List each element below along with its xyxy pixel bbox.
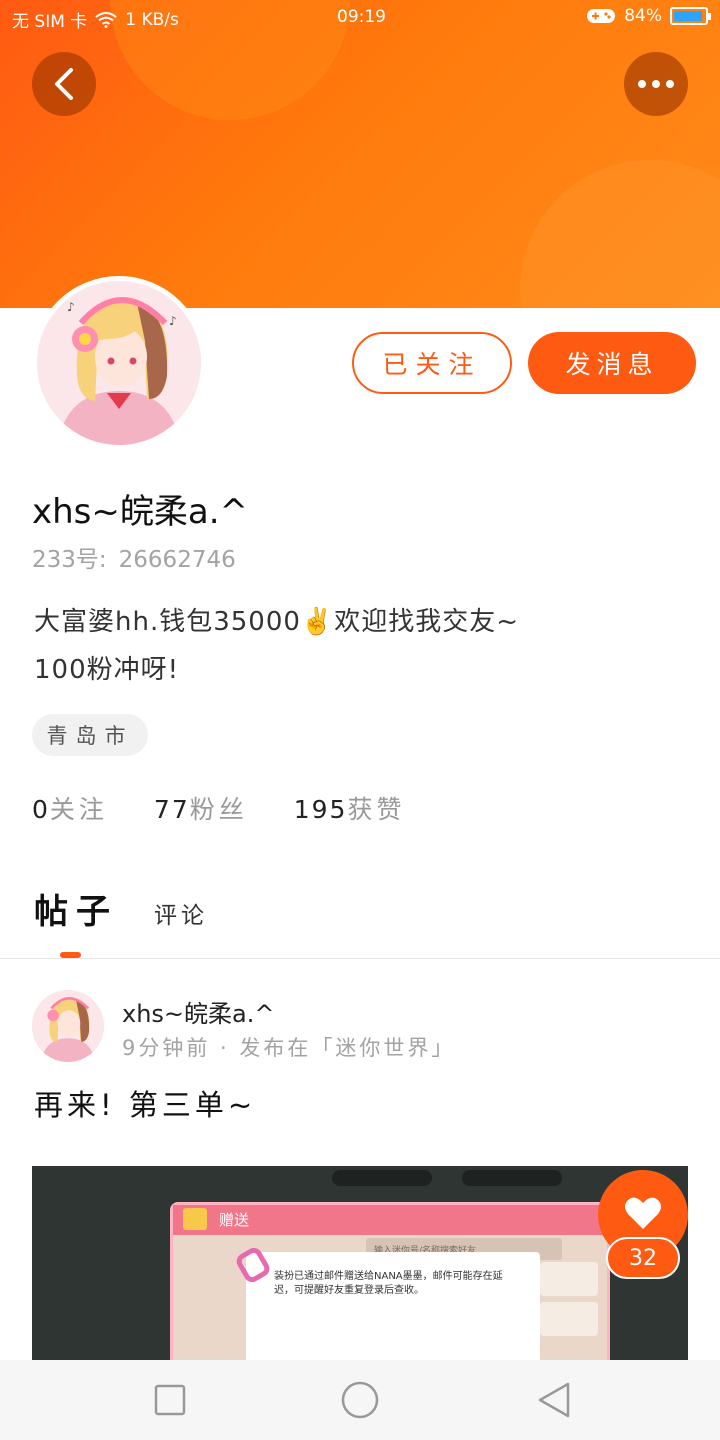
- bio-line: 100粉冲呀!: [34, 655, 180, 685]
- like-count: 32: [606, 1237, 680, 1279]
- svg-text:♪: ♪: [169, 314, 177, 328]
- post-meta: 9分钟前 · 发布在「迷你世界」: [122, 1036, 456, 1060]
- home-button[interactable]: [340, 1380, 380, 1420]
- wifi-icon: [95, 11, 117, 28]
- system-navigation-bar: [0, 1360, 720, 1440]
- user-id-value: 26662746: [118, 547, 236, 573]
- more-dots-icon: [638, 80, 674, 88]
- profile-stats: 0关注 77粉丝 195获赞: [32, 790, 451, 826]
- divider: [0, 958, 720, 959]
- gift-message-dialog: 装扮已通过邮件赠送给NANA墨墨，邮件可能存在延迟，可提醒好友重复登录后查收。: [246, 1252, 540, 1360]
- game-resource-bar: [332, 1170, 432, 1186]
- gift-panel-title: 赠送: [219, 1211, 250, 1229]
- bio-line: 大富婆hh.钱包35000✌️欢迎找我交友~: [34, 607, 520, 637]
- status-bar: 无 SIM 卡 1 KB/s 09:19 84%: [0, 0, 720, 36]
- gift-item-list: [540, 1262, 598, 1360]
- profile-header-banner: [0, 0, 720, 308]
- gift-box-icon: [183, 1208, 207, 1230]
- heart-icon: [625, 1197, 661, 1229]
- send-message-button[interactable]: 发消息: [528, 332, 696, 394]
- anime-girl-avatar-illustration: [32, 990, 104, 1062]
- followed-button[interactable]: 已关注: [352, 332, 512, 394]
- carrier-text: 无 SIM 卡: [12, 12, 88, 32]
- battery-icon: [670, 7, 711, 25]
- back-nav-button[interactable]: [534, 1380, 574, 1420]
- svg-text:♪: ♪: [67, 300, 75, 314]
- avatar[interactable]: ♪ ♪: [37, 281, 201, 445]
- back-button[interactable]: [32, 52, 96, 116]
- user-id-label: 233号:: [32, 547, 107, 573]
- more-options-button[interactable]: [624, 52, 688, 116]
- location-tag[interactable]: 青岛市: [32, 714, 148, 756]
- profile-bio: 大富婆hh.钱包35000✌️欢迎找我交友~ 100粉冲呀!: [34, 598, 674, 694]
- paperclip-icon: [236, 1247, 270, 1283]
- gift-panel-title-bar: 赠送: [173, 1205, 607, 1235]
- game-resource-bar: [462, 1170, 562, 1186]
- stat-likes[interactable]: 195获赞: [294, 790, 406, 826]
- recent-apps-button[interactable]: [150, 1380, 190, 1420]
- tab-comments[interactable]: 评论: [154, 896, 208, 930]
- post-text[interactable]: 再来! 第三单~: [34, 1082, 256, 1124]
- profile-username: xhs~皖柔a.^: [32, 492, 249, 532]
- post-image[interactable]: 赠送 输入迷你号/名称搜索好友 装扮已通过邮件赠送给NANA墨墨，邮件可能存在延…: [32, 1166, 688, 1360]
- gamepad-icon: [587, 9, 616, 23]
- clock: 09:19: [337, 7, 386, 27]
- stat-following[interactable]: 0关注: [32, 790, 108, 826]
- post-author-avatar[interactable]: [32, 990, 104, 1062]
- user-id: 233号: 26662746: [32, 540, 236, 574]
- battery-percent: 84%: [624, 6, 662, 26]
- header-decoration: [520, 160, 720, 308]
- chevron-left-icon: [55, 68, 73, 100]
- tab-posts[interactable]: 帖子: [34, 884, 118, 933]
- anime-girl-avatar-illustration: ♪ ♪: [37, 281, 201, 445]
- post-author-name[interactable]: xhs~皖柔a.^: [122, 994, 274, 1029]
- stat-followers[interactable]: 77粉丝: [154, 790, 248, 826]
- network-speed: 1 KB/s: [125, 9, 179, 30]
